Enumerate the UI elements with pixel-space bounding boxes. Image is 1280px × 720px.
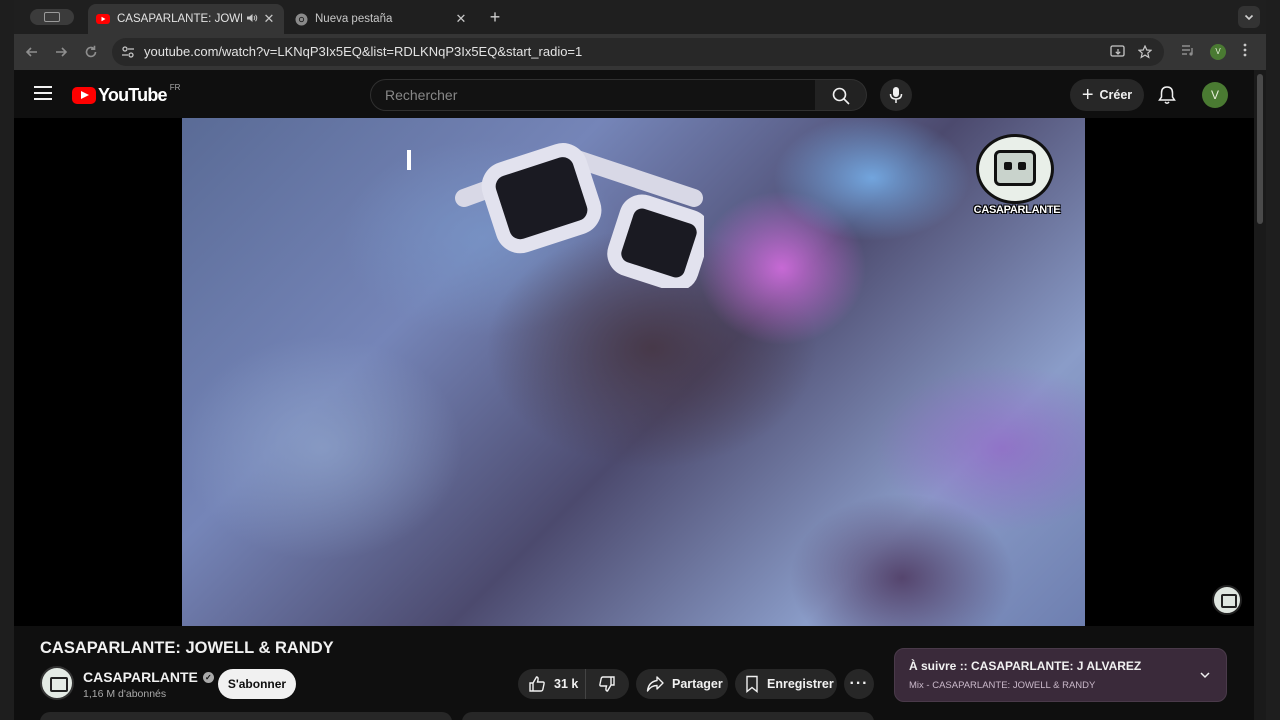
- youtube-favicon-icon: [96, 12, 110, 26]
- up-next-card[interactable]: À suivre :: CASAPARLANTE: J ALVAREZ Mix …: [894, 648, 1227, 702]
- search-placeholder: Rechercher: [385, 87, 458, 103]
- speaker-icon[interactable]: [246, 12, 258, 27]
- description-box[interactable]: [40, 712, 452, 720]
- scrollbar-thumb[interactable]: [1257, 74, 1263, 224]
- watermark-text: CASAPARLANTE: [973, 204, 1061, 216]
- tab-strip: CASAPARLANTE: JOWELL & RANDY ✕ Nueva pes…: [14, 0, 1266, 34]
- account-avatar[interactable]: V: [1202, 82, 1228, 108]
- voice-search-button[interactable]: [880, 79, 912, 111]
- search-input[interactable]: Rechercher: [370, 79, 816, 111]
- subscribe-button[interactable]: S'abonner: [218, 669, 296, 699]
- youtube-play-icon: [72, 87, 96, 104]
- comments-teaser[interactable]: [462, 712, 874, 720]
- tab-title: CASAPARLANTE: JOWELL & RANDY: [117, 13, 242, 25]
- media-controls-icon[interactable]: [1180, 42, 1196, 58]
- reload-icon[interactable]: [81, 42, 101, 62]
- text-cursor: [407, 150, 411, 170]
- tab-list-button[interactable]: [1238, 6, 1260, 28]
- browser-toolbar: youtube.com/watch?v=LKNqP3Ix5EQ&list=RDL…: [14, 34, 1266, 70]
- chrome-favicon-icon: [294, 12, 308, 26]
- thumbs-up-icon: [529, 676, 545, 692]
- create-label: Créer: [1099, 88, 1133, 102]
- up-next-subtitle: Mix - CASAPARLANTE: JOWELL & RANDY: [909, 680, 1096, 691]
- logo-wordmark: YouTube: [98, 85, 168, 105]
- forward-arrow-icon[interactable]: [51, 42, 71, 62]
- like-dislike-group: 31 k: [518, 669, 629, 699]
- like-count: 31 k: [554, 677, 579, 691]
- tab-new-tab[interactable]: Nueva pestaña ✕: [286, 4, 476, 34]
- bookmark-icon: [746, 675, 758, 693]
- profile-avatar[interactable]: V: [1210, 44, 1226, 60]
- plus-icon: +: [1081, 84, 1094, 106]
- create-button[interactable]: + Créer: [1070, 79, 1144, 111]
- video-frame-art-icon: [455, 143, 704, 288]
- new-tab-plus-icon[interactable]: +: [484, 6, 506, 28]
- more-actions-button[interactable]: ···: [844, 669, 874, 699]
- microphone-icon: [889, 87, 903, 103]
- dislike-button[interactable]: [586, 675, 628, 693]
- youtube-logo[interactable]: YouTube FR: [72, 83, 181, 106]
- address-bar[interactable]: youtube.com/watch?v=LKNqP3Ix5EQ&list=RDL…: [112, 38, 1164, 66]
- save-label: Enregistrer: [767, 677, 834, 691]
- tab-search-button[interactable]: [30, 9, 74, 25]
- video-player[interactable]: CASAPARLANTE: [182, 118, 1085, 626]
- verified-check-icon: ✓: [202, 671, 214, 683]
- site-settings-icon[interactable]: [121, 45, 135, 59]
- back-arrow-icon[interactable]: [22, 42, 42, 62]
- channel-branding-icon[interactable]: [1212, 585, 1242, 615]
- search-button[interactable]: [815, 79, 867, 111]
- url-text[interactable]: youtube.com/watch?v=LKNqP3Ix5EQ&list=RDL…: [144, 38, 582, 66]
- desktop-frame: CASAPARLANTE: JOWELL & RANDY ✕ Nueva pes…: [0, 0, 1280, 720]
- masthead: YouTube FR Rechercher + Créer V: [14, 70, 1254, 120]
- search-icon: [832, 87, 850, 105]
- notifications-bell-icon[interactable]: [1158, 85, 1176, 105]
- channel-name-row[interactable]: CASAPARLANTE ✓: [83, 669, 214, 685]
- channel-avatar[interactable]: [40, 666, 74, 700]
- bookmark-star-icon[interactable]: [1138, 45, 1152, 59]
- thumbs-down-icon: [599, 676, 615, 692]
- save-button[interactable]: Enregistrer: [735, 669, 837, 699]
- page-scrollbar[interactable]: [1254, 70, 1266, 720]
- youtube-page: YouTube FR Rechercher + Créer V CASAPARL…: [14, 70, 1254, 720]
- tab-title: Nueva pestaña: [315, 13, 393, 25]
- share-arrow-icon: [646, 676, 664, 692]
- tab-youtube[interactable]: CASAPARLANTE: JOWELL & RANDY ✕: [88, 4, 284, 34]
- video-title: CASAPARLANTE: JOWELL & RANDY: [40, 639, 334, 657]
- share-button[interactable]: Partager: [636, 669, 728, 699]
- up-next-title: À suivre :: CASAPARLANTE: J ALVAREZ: [909, 659, 1142, 673]
- robot-icon: [994, 150, 1036, 186]
- close-tab-icon[interactable]: ✕: [262, 11, 276, 27]
- channel-name[interactable]: CASAPARLANTE: [83, 669, 198, 685]
- close-tab-icon[interactable]: ✕: [454, 11, 468, 27]
- country-code: FR: [169, 83, 181, 92]
- cast-install-icon[interactable]: [1110, 45, 1126, 59]
- subscriber-count: 1,16 M d'abonnés: [83, 688, 167, 700]
- chevron-down-icon[interactable]: [1198, 668, 1212, 682]
- share-label: Partager: [672, 677, 723, 691]
- kebab-menu-icon[interactable]: [1242, 42, 1248, 58]
- like-button[interactable]: 31 k: [518, 669, 586, 699]
- hamburger-menu-icon[interactable]: [34, 86, 52, 100]
- channel-watermark: CASAPARLANTE: [972, 134, 1062, 226]
- chevron-down-icon: [1244, 14, 1254, 21]
